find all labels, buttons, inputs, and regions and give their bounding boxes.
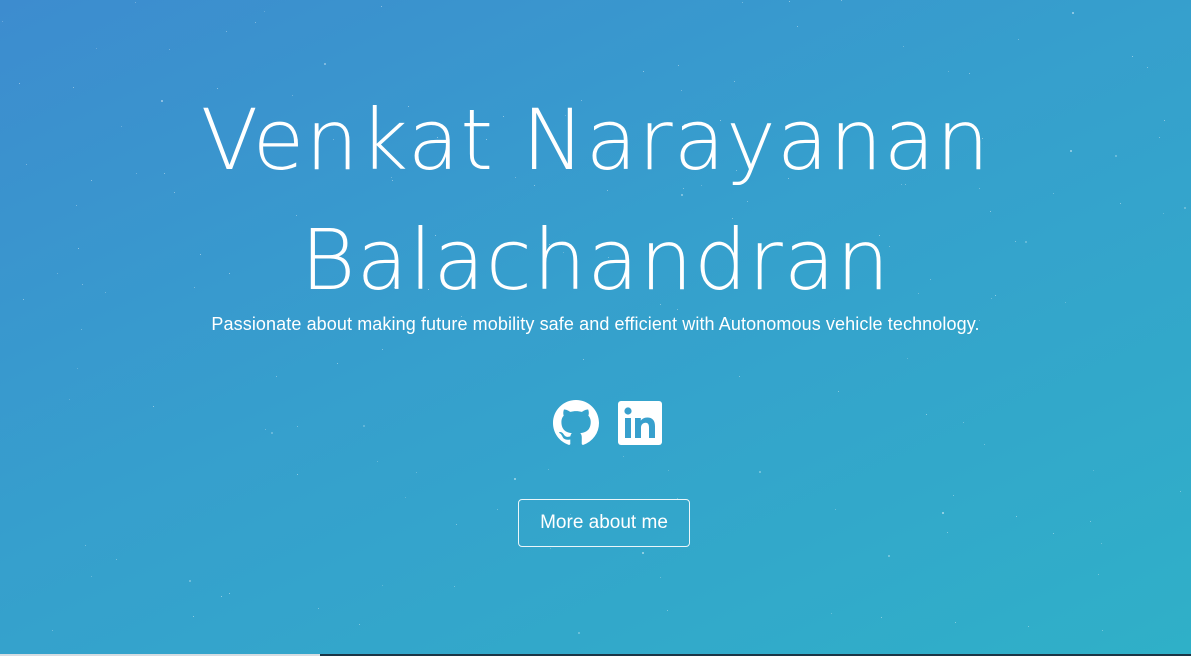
hero-content: Venkat Narayanan Balachandran Passionate… xyxy=(0,0,1191,656)
hero-tagline: Passionate about making future mobility … xyxy=(211,314,980,334)
social-links xyxy=(12,400,1191,446)
more-about-me-button[interactable]: More about me xyxy=(518,499,690,547)
linkedin-icon xyxy=(617,400,663,446)
hero-section: Venkat Narayanan Balachandran Passionate… xyxy=(0,0,1191,656)
hero-title-line-2: Balachandran xyxy=(300,211,891,309)
hero-title-line-1: Venkat Narayanan xyxy=(200,91,991,189)
github-icon xyxy=(552,400,599,446)
linkedin-link[interactable] xyxy=(617,400,663,446)
github-link[interactable] xyxy=(552,400,599,446)
hero-title: Venkat Narayanan Balachandran xyxy=(0,80,1191,320)
